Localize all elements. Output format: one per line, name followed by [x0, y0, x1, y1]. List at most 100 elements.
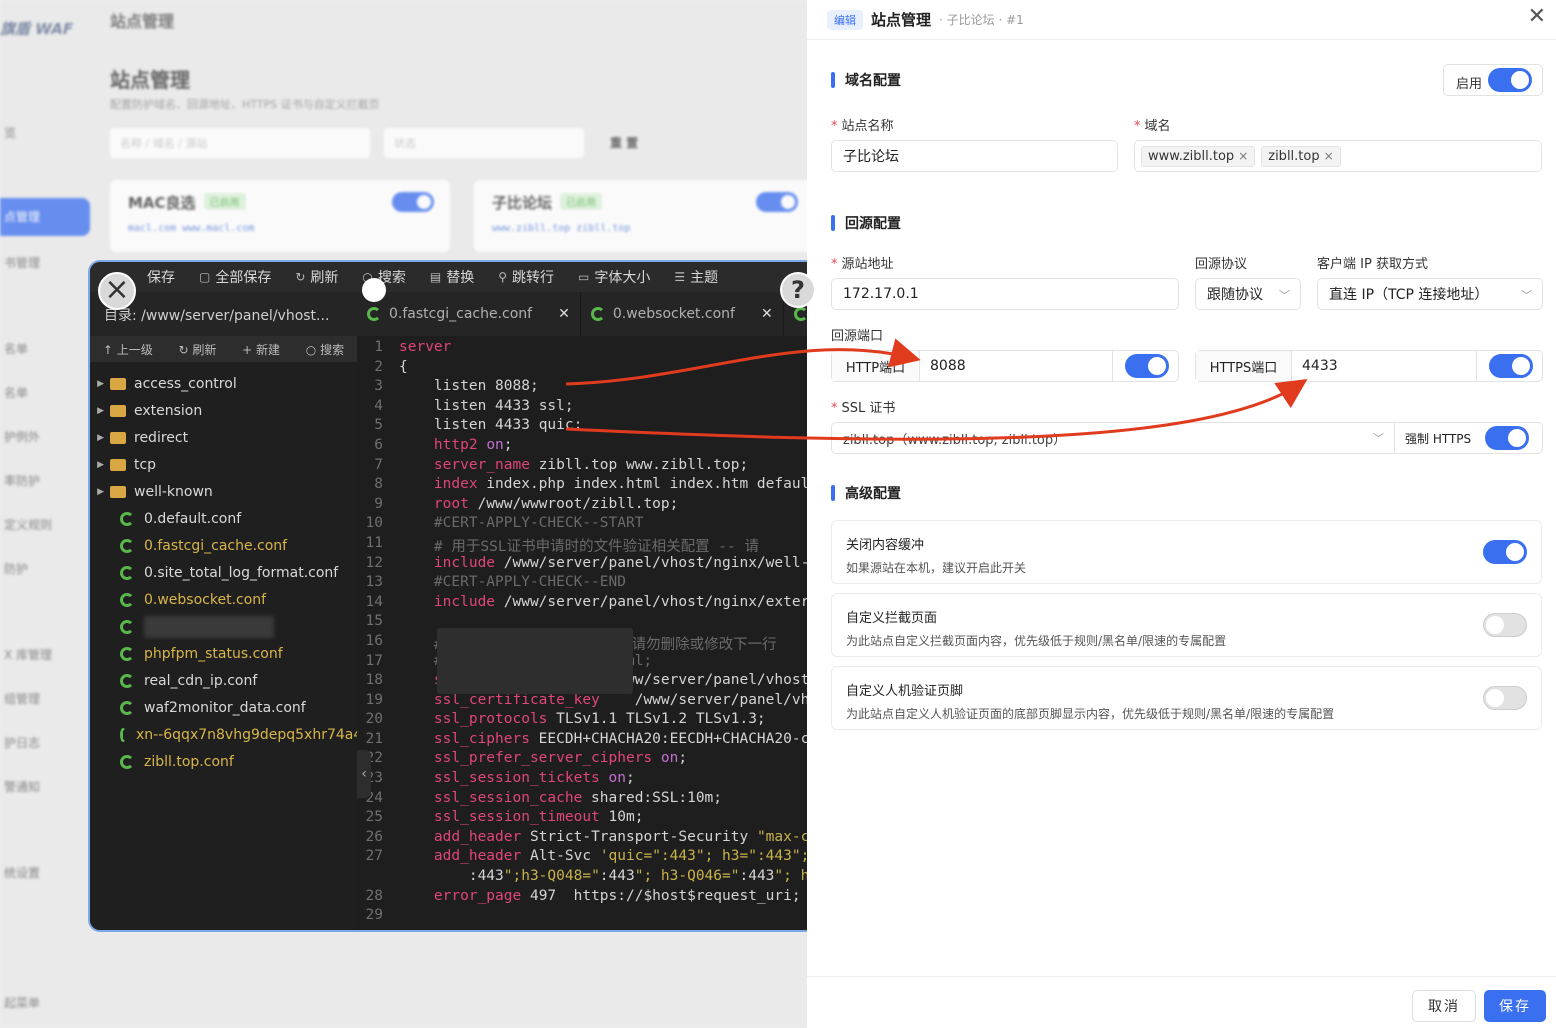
tree-refresh-button[interactable]: ↻ 刷新	[179, 341, 217, 358]
ssl-select[interactable]: zibll.top（www.zibll.top, zibll.top） ﹀	[832, 423, 1394, 453]
option-description: 为此站点自定义拦截页面内容，优先级低于规则/黑名单/限速的专属配置	[846, 634, 1227, 648]
tree-folder[interactable]: ▶ access_control	[90, 370, 357, 397]
site-toggle[interactable]	[392, 192, 434, 212]
tree-file[interactable]: 0.default.conf	[90, 505, 357, 532]
line-number: 17	[365, 652, 383, 669]
collapse-sidebar-icon[interactable]: ‹	[357, 750, 371, 798]
code-text: ssl_session_timeout 10m;	[433, 809, 644, 826]
sidebar-item[interactable]: 防护	[0, 560, 90, 577]
line-number: 11	[365, 534, 383, 551]
origin-proto-select[interactable]: 跟随协议 ﹀	[1195, 278, 1301, 310]
line-number: 3	[374, 378, 383, 395]
tree-file[interactable]: phpfpm_status.conf	[90, 640, 357, 667]
cancel-button[interactable]: 取消	[1412, 990, 1476, 1022]
code-text: root /www/wwwroot/zibll.top;	[433, 495, 679, 512]
close-icon[interactable]: ✕	[1528, 4, 1546, 29]
tree-file[interactable]: xn--6qqx7n8vhg9depq5xhr74a4	[90, 721, 357, 748]
origin-port-label: 回源端口	[831, 329, 884, 344]
editor-tab[interactable]: 0.websocket.conf ✕	[581, 292, 784, 336]
line-number: 25	[365, 809, 383, 826]
sidebar-item[interactable]: X 库管理	[0, 646, 90, 663]
goto-line-button[interactable]: ⚲ 跳转行	[486, 262, 566, 292]
save-all-button[interactable]: ▢ 全部保存	[187, 262, 283, 292]
enable-toggle[interactable]	[1488, 68, 1532, 92]
https-port-input[interactable]: 4433	[1292, 358, 1476, 374]
tree-file[interactable]: real_cdn_ip.conf	[90, 667, 357, 694]
go-up-button[interactable]: ↑ 上一级	[103, 341, 153, 358]
file-icon	[120, 700, 134, 715]
advanced-option: 自定义拦截页面为此站点自定义拦截页面内容，优先级低于规则/黑名单/限速的专属配置	[831, 593, 1542, 657]
tree-file[interactable]: zibll.top.conf	[90, 748, 357, 775]
site-card[interactable]: 子比论坛 已启用 www.zibll.top zibll.top	[474, 180, 808, 252]
sidebar-item-site-manage[interactable]: 点管理	[0, 198, 90, 236]
save-button[interactable]: 保存	[1484, 990, 1546, 1022]
font-size-button[interactable]: ▭ 字体大小	[566, 262, 662, 292]
remove-chip-icon[interactable]: ×	[1324, 149, 1334, 163]
drawer-footer: 取消 保存	[807, 976, 1556, 1028]
sidebar-item[interactable]: 护例外	[0, 428, 90, 445]
tree-file[interactable]: 0.websocket.conf	[90, 586, 357, 613]
option-title: 自定义拦截页面	[846, 611, 938, 626]
code-line: 14 include /www/server/panel/vhost/nginx…	[357, 594, 826, 614]
sidebar-item[interactable]: 定义规则	[0, 516, 90, 533]
app-logo: 旗盾 WAF	[0, 20, 74, 38]
http-port-label: HTTP端口	[832, 351, 920, 381]
folder-icon	[110, 431, 126, 444]
sidebar-item[interactable]: 警通知	[0, 778, 90, 795]
code-line: 26 add_header Strict-Transport-Security …	[357, 829, 826, 849]
replace-button[interactable]: ▤ 替换	[418, 262, 486, 292]
origin-section-label: 回源配置	[845, 216, 901, 232]
site-name-input[interactable]: 子比论坛	[831, 140, 1118, 172]
sidebar-item[interactable]: 率防护	[0, 472, 90, 489]
sidebar-item[interactable]: 书管理	[0, 254, 90, 271]
status-badge: 已启用	[203, 193, 246, 210]
tree-search-button[interactable]: ○ 搜索	[306, 341, 344, 358]
save-button[interactable]: 保存	[130, 262, 187, 292]
tree-file[interactable]: 0.site_total_log_format.conf	[90, 559, 357, 586]
http-port-input[interactable]: 8088	[920, 358, 1112, 374]
remove-chip-icon[interactable]: ×	[1238, 149, 1248, 163]
tree-file[interactable]	[90, 613, 357, 640]
origin-addr-input[interactable]: 172.17.0.1	[831, 278, 1179, 310]
option-toggle[interactable]	[1483, 613, 1527, 637]
line-number	[357, 868, 399, 888]
editor-tab[interactable]: 0.fastcgi_cache.conf ✕	[357, 292, 581, 336]
site-toggle[interactable]	[756, 192, 798, 212]
client-ip-select[interactable]: 直连 IP（TCP 连接地址） ﹀	[1317, 278, 1543, 310]
new-file-button[interactable]: + 新建	[242, 341, 280, 358]
close-tab-icon[interactable]: ✕	[761, 306, 773, 322]
sidebar-item[interactable]: 名单	[0, 384, 90, 401]
force-https-toggle[interactable]	[1485, 426, 1529, 450]
sidebar-item[interactable]: 起菜单	[0, 994, 90, 1011]
close-tab-icon[interactable]: ✕	[558, 306, 570, 322]
help-icon[interactable]: ?	[780, 272, 816, 308]
line-number: 1	[374, 339, 383, 355]
tree-folder[interactable]: ▶ redirect	[90, 424, 357, 451]
code-area[interactable]: 1 server 2{3 listen 8088; 4 listen 4433 ssl…	[357, 336, 826, 930]
sidebar-item[interactable]: 统设置	[0, 864, 90, 881]
site-card[interactable]: MAC良选 已启用 macl.com www.macl.com	[110, 180, 450, 252]
sidebar-item[interactable]: 护日志	[0, 734, 90, 751]
sidebar-item[interactable]: 组管理	[0, 690, 90, 707]
code-line: 8 index index.php index.html index.htm d…	[357, 476, 826, 496]
close-editor-icon[interactable]: ×	[98, 272, 136, 310]
https-port-toggle[interactable]	[1489, 354, 1533, 378]
code-text: add_header Strict-Transport-Security "ma…	[433, 828, 810, 845]
tree-folder[interactable]: ▶ well-known	[90, 478, 357, 505]
reset-button[interactable]: 重 置	[610, 134, 638, 151]
option-toggle[interactable]	[1483, 540, 1527, 564]
status-select[interactable]: 状态	[384, 128, 584, 158]
sidebar-item[interactable]: 名单	[0, 340, 90, 357]
tree-file[interactable]: waf2monitor_data.conf	[90, 694, 357, 721]
refresh-button[interactable]: ↻ 刷新	[283, 262, 350, 292]
option-toggle[interactable]	[1483, 686, 1527, 710]
tree-file[interactable]: 0.fastcgi_cache.conf	[90, 532, 357, 559]
tree-folder[interactable]: ▶ tcp	[90, 451, 357, 478]
ssl-group: zibll.top（www.zibll.top, zibll.top） ﹀ 强制 …	[831, 422, 1543, 454]
domain-input[interactable]: www.zibll.top × zibll.top ×	[1134, 140, 1542, 172]
theme-button[interactable]: ☰ 主题	[662, 262, 730, 292]
tree-folder[interactable]: ▶ extension	[90, 397, 357, 424]
http-port-toggle[interactable]	[1125, 354, 1169, 378]
search-input[interactable]: 名称 / 域名 / 源站	[110, 128, 370, 158]
sidebar-item[interactable]: 览	[0, 124, 90, 141]
